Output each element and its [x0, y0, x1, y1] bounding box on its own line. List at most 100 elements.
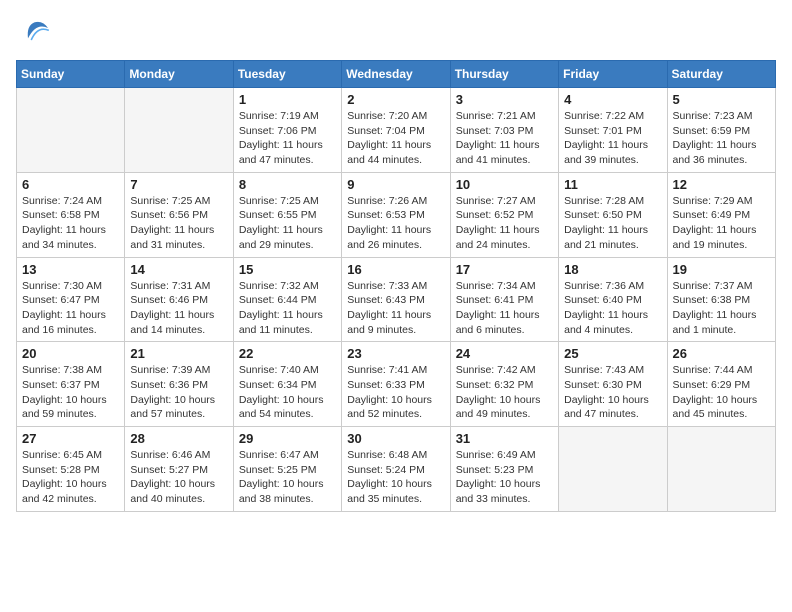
calendar-cell: 9 Sunrise: 7:26 AMSunset: 6:53 PMDaylight… — [342, 172, 450, 257]
day-number: 20 — [22, 346, 119, 361]
calendar-cell: 4 Sunrise: 7:22 AMSunset: 7:01 PMDaylight… — [559, 88, 667, 173]
calendar-table: SundayMondayTuesdayWednesdayThursdayFrid… — [16, 60, 776, 512]
day-info: Sunrise: 7:31 AMSunset: 6:46 PMDaylight:… — [130, 279, 227, 338]
day-number: 16 — [347, 262, 444, 277]
day-info: Sunrise: 7:20 AMSunset: 7:04 PMDaylight:… — [347, 109, 444, 168]
calendar-cell: 26 Sunrise: 7:44 AMSunset: 6:29 PMDayligh… — [667, 342, 775, 427]
days-of-week-row: SundayMondayTuesdayWednesdayThursdayFrid… — [17, 61, 776, 88]
day-number: 6 — [22, 177, 119, 192]
calendar-cell: 17Sunrise: 7:34 AMSunset: 6:41 PMDayligh… — [450, 257, 558, 342]
day-of-week-header: Sunday — [17, 61, 125, 88]
calendar-cell: 13 Sunrise: 7:30 AMSunset: 6:47 PMDayligh… — [17, 257, 125, 342]
calendar-cell: 12Sunrise: 7:29 AMSunset: 6:49 PMDayligh… — [667, 172, 775, 257]
day-number: 27 — [22, 431, 119, 446]
day-number: 2 — [347, 92, 444, 107]
day-number: 13 — [22, 262, 119, 277]
day-info: Sunrise: 6:48 AMSunset: 5:24 PMDaylight:… — [347, 448, 444, 507]
day-info: Sunrise: 7:26 AMSunset: 6:53 PMDaylight:… — [347, 194, 444, 253]
calendar-cell: 10Sunrise: 7:27 AMSunset: 6:52 PMDayligh… — [450, 172, 558, 257]
day-number: 31 — [456, 431, 553, 446]
day-info: Sunrise: 7:44 AMSunset: 6:29 PMDaylight:… — [673, 363, 770, 422]
page-header — [16, 16, 776, 48]
calendar-header: SundayMondayTuesdayWednesdayThursdayFrid… — [17, 61, 776, 88]
calendar-cell — [559, 427, 667, 512]
day-info: Sunrise: 7:34 AMSunset: 6:41 PMDaylight:… — [456, 279, 553, 338]
day-info: Sunrise: 7:25 AMSunset: 6:55 PMDaylight:… — [239, 194, 336, 253]
week-row: 1 Sunrise: 7:19 AMSunset: 7:06 PMDaylight… — [17, 88, 776, 173]
calendar-cell: 18 Sunrise: 7:36 AMSunset: 6:40 PMDayligh… — [559, 257, 667, 342]
day-of-week-header: Saturday — [667, 61, 775, 88]
calendar-cell: 23Sunrise: 7:41 AMSunset: 6:33 PMDayligh… — [342, 342, 450, 427]
calendar-cell: 5 Sunrise: 7:23 AMSunset: 6:59 PMDaylight… — [667, 88, 775, 173]
day-info: Sunrise: 6:45 AMSunset: 5:28 PMDaylight:… — [22, 448, 119, 507]
day-number: 26 — [673, 346, 770, 361]
day-info: Sunrise: 7:32 AMSunset: 6:44 PMDaylight:… — [239, 279, 336, 338]
logo-icon — [20, 16, 52, 48]
day-info: Sunrise: 7:23 AMSunset: 6:59 PMDaylight:… — [673, 109, 770, 168]
day-number: 12 — [673, 177, 770, 192]
day-number: 11 — [564, 177, 661, 192]
day-number: 22 — [239, 346, 336, 361]
calendar-cell — [125, 88, 233, 173]
calendar-cell: 6 Sunrise: 7:24 AMSunset: 6:58 PMDaylight… — [17, 172, 125, 257]
calendar-cell: 15 Sunrise: 7:32 AMSunset: 6:44 PMDayligh… — [233, 257, 341, 342]
day-number: 21 — [130, 346, 227, 361]
day-info: Sunrise: 7:19 AMSunset: 7:06 PMDaylight:… — [239, 109, 336, 168]
day-of-week-header: Thursday — [450, 61, 558, 88]
day-number: 28 — [130, 431, 227, 446]
day-info: Sunrise: 7:38 AMSunset: 6:37 PMDaylight:… — [22, 363, 119, 422]
calendar-cell — [667, 427, 775, 512]
calendar-cell: 28Sunrise: 6:46 AMSunset: 5:27 PMDayligh… — [125, 427, 233, 512]
calendar-cell: 30 Sunrise: 6:48 AMSunset: 5:24 PMDayligh… — [342, 427, 450, 512]
day-number: 25 — [564, 346, 661, 361]
calendar-cell: 11 Sunrise: 7:28 AMSunset: 6:50 PMDayligh… — [559, 172, 667, 257]
day-info: Sunrise: 7:36 AMSunset: 6:40 PMDaylight:… — [564, 279, 661, 338]
calendar-cell: 1 Sunrise: 7:19 AMSunset: 7:06 PMDaylight… — [233, 88, 341, 173]
calendar-cell — [17, 88, 125, 173]
calendar-cell: 3 Sunrise: 7:21 AMSunset: 7:03 PMDaylight… — [450, 88, 558, 173]
day-number: 8 — [239, 177, 336, 192]
day-info: Sunrise: 7:24 AMSunset: 6:58 PMDaylight:… — [22, 194, 119, 253]
calendar-cell: 14 Sunrise: 7:31 AMSunset: 6:46 PMDayligh… — [125, 257, 233, 342]
calendar-cell: 2 Sunrise: 7:20 AMSunset: 7:04 PMDaylight… — [342, 88, 450, 173]
calendar-cell: 22 Sunrise: 7:40 AMSunset: 6:34 PMDayligh… — [233, 342, 341, 427]
calendar-cell: 27 Sunrise: 6:45 AMSunset: 5:28 PMDayligh… — [17, 427, 125, 512]
day-info: Sunrise: 7:25 AMSunset: 6:56 PMDaylight:… — [130, 194, 227, 253]
day-info: Sunrise: 7:42 AMSunset: 6:32 PMDaylight:… — [456, 363, 553, 422]
day-info: Sunrise: 6:47 AMSunset: 5:25 PMDaylight:… — [239, 448, 336, 507]
day-info: Sunrise: 7:27 AMSunset: 6:52 PMDaylight:… — [456, 194, 553, 253]
day-number: 7 — [130, 177, 227, 192]
calendar-cell: 31 Sunrise: 6:49 AMSunset: 5:23 PMDayligh… — [450, 427, 558, 512]
day-info: Sunrise: 7:40 AMSunset: 6:34 PMDaylight:… — [239, 363, 336, 422]
day-info: Sunrise: 7:28 AMSunset: 6:50 PMDaylight:… — [564, 194, 661, 253]
day-number: 18 — [564, 262, 661, 277]
day-number: 24 — [456, 346, 553, 361]
day-number: 1 — [239, 92, 336, 107]
day-number: 4 — [564, 92, 661, 107]
calendar-cell: 19Sunrise: 7:37 AMSunset: 6:38 PMDayligh… — [667, 257, 775, 342]
week-row: 6 Sunrise: 7:24 AMSunset: 6:58 PMDaylight… — [17, 172, 776, 257]
calendar-cell: 20 Sunrise: 7:38 AMSunset: 6:37 PMDayligh… — [17, 342, 125, 427]
calendar-cell: 7 Sunrise: 7:25 AMSunset: 6:56 PMDaylight… — [125, 172, 233, 257]
day-number: 15 — [239, 262, 336, 277]
day-info: Sunrise: 7:30 AMSunset: 6:47 PMDaylight:… — [22, 279, 119, 338]
calendar-cell: 21 Sunrise: 7:39 AMSunset: 6:36 PMDayligh… — [125, 342, 233, 427]
calendar-cell: 8 Sunrise: 7:25 AMSunset: 6:55 PMDaylight… — [233, 172, 341, 257]
calendar-body: 1 Sunrise: 7:19 AMSunset: 7:06 PMDaylight… — [17, 88, 776, 512]
day-of-week-header: Tuesday — [233, 61, 341, 88]
day-number: 5 — [673, 92, 770, 107]
day-info: Sunrise: 7:22 AMSunset: 7:01 PMDaylight:… — [564, 109, 661, 168]
calendar-cell: 24 Sunrise: 7:42 AMSunset: 6:32 PMDayligh… — [450, 342, 558, 427]
day-info: Sunrise: 7:21 AMSunset: 7:03 PMDaylight:… — [456, 109, 553, 168]
day-number: 9 — [347, 177, 444, 192]
day-number: 29 — [239, 431, 336, 446]
day-number: 14 — [130, 262, 227, 277]
day-of-week-header: Monday — [125, 61, 233, 88]
week-row: 27 Sunrise: 6:45 AMSunset: 5:28 PMDayligh… — [17, 427, 776, 512]
week-row: 13 Sunrise: 7:30 AMSunset: 6:47 PMDayligh… — [17, 257, 776, 342]
day-number: 30 — [347, 431, 444, 446]
day-info: Sunrise: 6:49 AMSunset: 5:23 PMDaylight:… — [456, 448, 553, 507]
day-number: 3 — [456, 92, 553, 107]
day-info: Sunrise: 7:41 AMSunset: 6:33 PMDaylight:… — [347, 363, 444, 422]
day-info: Sunrise: 7:39 AMSunset: 6:36 PMDaylight:… — [130, 363, 227, 422]
